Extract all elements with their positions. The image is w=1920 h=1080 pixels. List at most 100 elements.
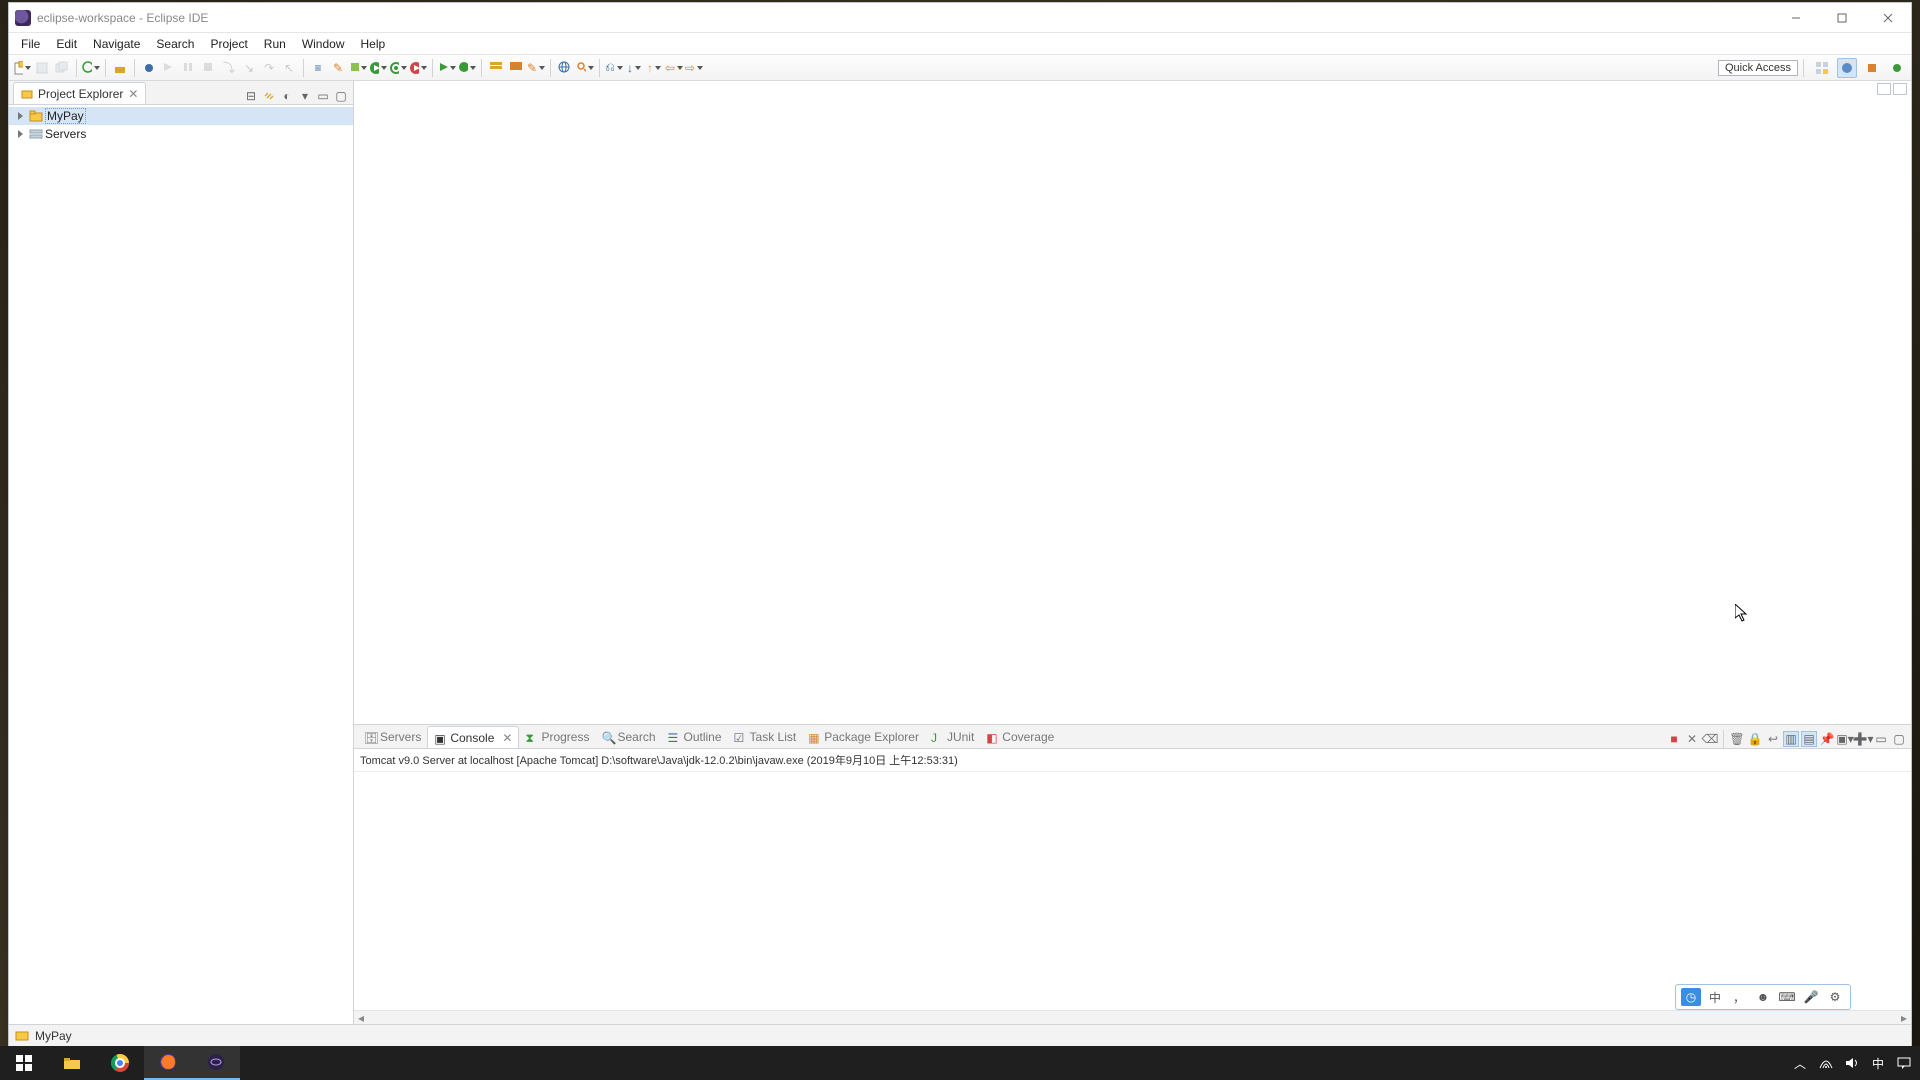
terminate-button[interactable] [200,59,218,77]
tree-item-mypay[interactable]: MyPay [9,107,353,125]
back-button[interactable]: ⇦ [665,59,683,77]
suspend-button[interactable] [180,59,198,77]
tab-junit[interactable]: JJUnit [925,726,980,748]
toggle-breadcrumb-button[interactable]: ≡ [309,59,327,77]
remove-launch-button[interactable]: ✕ [1684,731,1700,747]
eclipse-taskbar-button[interactable] [192,1046,240,1080]
step-into-button[interactable]: ↘ [240,59,258,77]
console-content[interactable]: Tomcat v9.0 Server at localhost [Apache … [354,749,1911,1010]
new-dynamic-web-project-button[interactable] [507,59,525,77]
show-console-on-stdout-button[interactable]: ▥ [1783,731,1799,747]
view-menu-button[interactable]: ▾ [297,88,313,104]
show-console-on-stderr-button[interactable]: ▤ [1801,731,1817,747]
clear-console-button[interactable]: 🗑 [1729,731,1745,747]
menu-run[interactable]: Run [256,35,294,53]
focus-task-button[interactable]: ◐ [279,88,295,104]
step-over-button[interactable]: ↷ [260,59,278,77]
previous-annotation-button[interactable]: ↑ [645,59,663,77]
toggle-mark-occurrences-button[interactable]: ✎ [329,59,347,77]
tab-outline[interactable]: ☰Outline [662,726,728,748]
skip-breakpoints-button[interactable] [140,59,158,77]
search-button[interactable] [576,59,594,77]
maximize-view-button[interactable]: ▢ [333,88,349,104]
new-jsp-button[interactable]: ✎ [527,59,545,77]
tab-servers[interactable]: 🗄Servers [358,726,427,748]
collapse-all-button[interactable]: ⊟ [243,88,259,104]
resume-button[interactable] [160,59,178,77]
scroll-left-button[interactable]: ◂ [354,1011,368,1025]
start-button[interactable] [0,1046,48,1080]
javaee-perspective-button[interactable] [1837,58,1857,78]
expander-icon[interactable] [15,128,27,140]
maximize-button[interactable] [1819,3,1865,33]
terminate-console-button[interactable]: ■ [1666,731,1682,747]
next-annotation-button[interactable]: ↓ [625,59,643,77]
tray-ime-icon[interactable]: 中 [1870,1055,1886,1071]
remove-all-launches-button[interactable]: ⌫ [1702,731,1718,747]
close-view-button[interactable]: ✕ [127,88,139,100]
ime-settings-button[interactable]: ⚙ [1825,988,1845,1006]
close-tab-button[interactable]: ✕ [502,731,512,745]
new-java-button[interactable] [349,59,367,77]
save-all-button[interactable] [53,59,71,77]
tab-progress[interactable]: ⧗Progress [519,726,595,748]
open-perspective-button[interactable] [1812,58,1832,78]
link-editor-button[interactable] [261,88,277,104]
project-tree[interactable]: MyPay Servers [9,105,353,1024]
tab-coverage[interactable]: ◧Coverage [980,726,1060,748]
open-web-browser-button[interactable] [556,59,574,77]
tray-action-center-icon[interactable] [1896,1055,1912,1071]
scroll-lock-button[interactable]: 🔒 [1747,731,1763,747]
menu-file[interactable]: File [13,35,48,53]
menu-search[interactable]: Search [148,35,202,53]
titlebar[interactable]: eclipse-workspace - Eclipse IDE [9,3,1911,33]
tab-package-explorer[interactable]: ▦Package Explorer [802,726,925,748]
step-return-button[interactable]: ↖ [280,59,298,77]
menu-help[interactable]: Help [353,35,394,53]
windows-taskbar[interactable]: ︿ 中 [0,1046,1920,1080]
ime-toolbar[interactable]: ◷ 中 ， ☻ ⌨ 🎤 ⚙ [1675,984,1851,1010]
menu-project[interactable]: Project [202,35,255,53]
maximize-bottom-button[interactable]: ▢ [1891,731,1907,747]
close-button[interactable] [1865,3,1911,33]
display-selected-console-button[interactable]: ▣▾ [1837,731,1853,747]
ime-keyboard-button[interactable]: ⌨ [1777,988,1797,1006]
forward-button[interactable]: ⇨ [685,59,703,77]
ime-punct-button[interactable]: ， [1729,988,1749,1006]
word-wrap-button[interactable]: ↩ [1765,731,1781,747]
minimize-button[interactable] [1773,3,1819,33]
external-tools-button[interactable] [458,59,476,77]
tray-volume-icon[interactable] [1844,1055,1860,1071]
menu-navigate[interactable]: Navigate [85,35,148,53]
quick-access-input[interactable]: Quick Access [1718,60,1798,76]
ime-mode-button[interactable]: 中 [1705,988,1725,1006]
tab-search[interactable]: 🔍Search [595,726,661,748]
chrome-taskbar-button[interactable] [96,1046,144,1080]
expander-icon[interactable] [15,110,27,122]
tab-console[interactable]: ▣Console✕ [427,726,519,748]
tab-tasklist[interactable]: ☑Task List [728,726,803,748]
run-last-button[interactable] [438,59,456,77]
file-explorer-taskbar-button[interactable] [48,1046,96,1080]
open-console-button[interactable]: ➕▾ [1855,731,1871,747]
ime-emoji-button[interactable]: ☻ [1753,988,1773,1006]
tray-network-icon[interactable] [1818,1055,1834,1071]
tray-chevron-up-icon[interactable]: ︿ [1792,1055,1808,1071]
system-tray[interactable]: ︿ 中 [1792,1055,1920,1071]
tree-item-servers[interactable]: Servers [9,125,353,143]
pin-console-button[interactable]: 📌 [1819,731,1835,747]
editor-maximize-button[interactable] [1893,83,1907,95]
firefox-taskbar-button[interactable] [144,1046,192,1080]
disconnect-button[interactable]: ⤵ [220,59,238,77]
editor-minimize-button[interactable] [1877,83,1891,95]
ime-voice-button[interactable]: 🎤 [1801,988,1821,1006]
project-explorer-tab[interactable]: Project Explorer ✕ [13,82,146,104]
build-button[interactable] [111,59,129,77]
minimize-bottom-button[interactable]: ▭ [1873,731,1889,747]
ime-logo-button[interactable]: ◷ [1681,988,1701,1006]
java-perspective-button[interactable] [1862,58,1882,78]
menu-window[interactable]: Window [294,35,353,53]
debug-button[interactable] [389,59,407,77]
new-server-button[interactable] [487,59,505,77]
new-button[interactable] [13,59,31,77]
